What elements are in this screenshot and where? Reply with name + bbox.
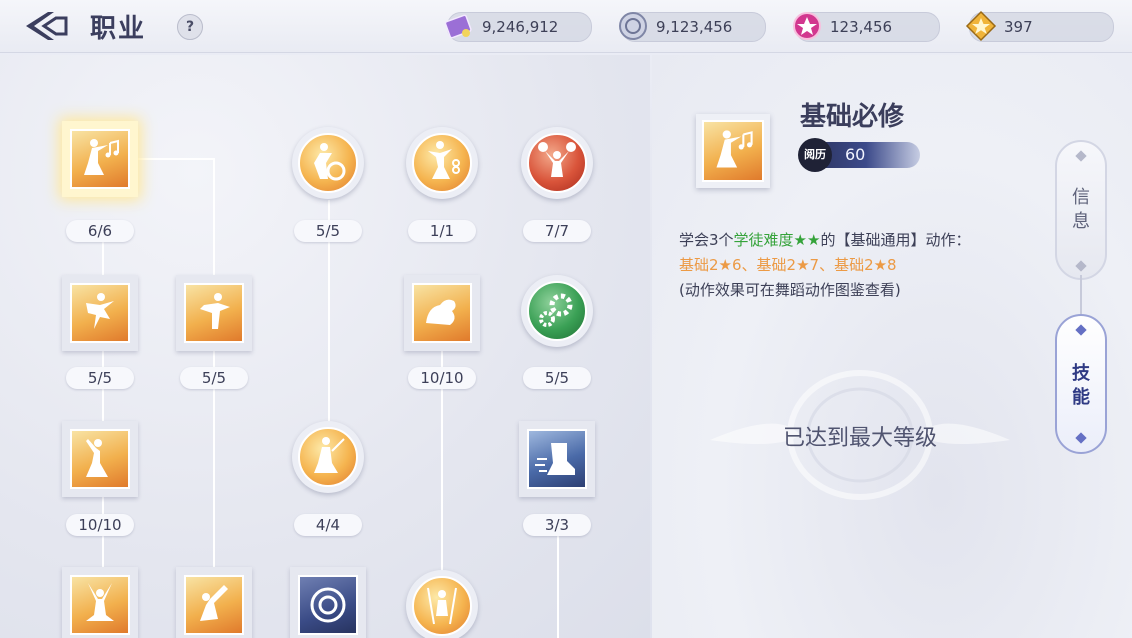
gems-value: 123,456 — [830, 18, 893, 36]
skill-node-gears[interactable] — [521, 275, 593, 347]
skill-level-drum-performer: 5/5 — [294, 220, 362, 242]
skill-level-cheerleader: 7/7 — [523, 220, 591, 242]
skill-level-dance-3: 10/10 — [66, 514, 134, 536]
tree-link — [557, 525, 559, 638]
skill-node-basic-required[interactable] — [62, 121, 138, 197]
diamond-icon — [1075, 324, 1087, 336]
resource-coins[interactable]: 9,123,456 — [619, 12, 766, 42]
speed-boot-icon — [535, 443, 575, 475]
coins-value: 9,123,456 — [656, 18, 733, 36]
dancer-arch-icon — [200, 585, 228, 621]
skill-level-dance-1: 5/5 — [66, 367, 134, 389]
skill-node-conductor[interactable] — [292, 421, 364, 493]
conductor-baton-icon — [314, 437, 345, 473]
skill-node-cheerleader[interactable] — [521, 127, 593, 199]
skill-node-dance-5[interactable] — [176, 567, 252, 638]
tab-skills-label: 技 能 — [1072, 363, 1090, 408]
skill-level-conductor: 4/4 — [294, 514, 362, 536]
skill-level-dance-2: 5/5 — [180, 367, 248, 389]
experience-badge: 阅历 — [798, 138, 832, 172]
tab-skills[interactable]: 技 能 — [1055, 314, 1107, 454]
resource-gems[interactable]: 123,456 — [793, 12, 940, 42]
dancer-note-icon — [428, 141, 460, 179]
dancer-arms-up-icon — [86, 583, 114, 621]
gears-icon — [539, 293, 573, 327]
skill-node-dance-2[interactable] — [176, 275, 252, 351]
skill-node-speed-boot[interactable] — [519, 421, 595, 497]
tree-link — [134, 158, 214, 160]
skill-level-basic-required: 6/6 — [66, 220, 134, 242]
tree-link — [213, 158, 215, 638]
purple-ticket-icon — [444, 14, 472, 39]
skill-level-speed-boot: 3/3 — [523, 514, 591, 536]
diamond-icon — [1075, 432, 1087, 444]
tab-info-label: 信 息 — [1072, 187, 1090, 232]
gold-star-coin-icon — [965, 10, 997, 42]
ballet-dancer-icon — [86, 293, 114, 329]
desc-note: (动作效果可在舞蹈动作图鉴查看) — [679, 281, 901, 299]
skill-node-music-dancer[interactable] — [406, 127, 478, 199]
top-bar: 职业 ? 9,246,912 9,123,456 123,456 397 — [0, 0, 1132, 53]
tab-divider — [1080, 275, 1082, 315]
selected-skill-icon — [696, 114, 770, 188]
difficulty-text: 学徒难度★★ — [733, 231, 821, 249]
back-arrow-icon — [26, 12, 68, 40]
dancer-music-icon — [84, 139, 119, 175]
diamond-icon — [1075, 150, 1087, 162]
drummer-icon — [314, 143, 346, 181]
pink-gem-icon — [793, 12, 821, 40]
cheerleader-icon — [538, 142, 576, 177]
help-button[interactable]: ? — [177, 14, 203, 40]
desc-line-1: 学会3个学徒难度★★的【基础通用】动作： — [679, 231, 971, 249]
tickets-value: 9,246,912 — [482, 18, 559, 36]
back-button[interactable] — [18, 8, 70, 44]
experience-value: 60 — [845, 145, 866, 164]
skill-node-dance-4[interactable] — [62, 567, 138, 638]
silver-coin-icon — [619, 12, 647, 40]
medal-emblem-icon — [310, 587, 346, 623]
pole-dancer-icon — [427, 587, 457, 625]
diamond-icon — [1075, 260, 1087, 272]
skill-node-drum-performer[interactable] — [292, 127, 364, 199]
skill-level-strength: 10/10 — [408, 367, 476, 389]
max-level-text: 已达到最大等级 — [782, 426, 937, 451]
skill-node-dance-1[interactable] — [62, 275, 138, 351]
resource-stars[interactable]: 397 — [965, 10, 1114, 42]
skill-name: 基础必修 — [800, 102, 905, 132]
tab-info[interactable]: 信 息 — [1055, 140, 1107, 280]
flexed-arm-icon — [426, 299, 456, 325]
dancer-pose-icon — [86, 439, 108, 477]
skill-level-music-dancer: 1/1 — [408, 220, 476, 242]
resource-tickets[interactable]: 9,246,912 — [444, 12, 592, 42]
skill-node-pole-dancer[interactable] — [406, 570, 478, 638]
skill-tree-panel: 6/6 5/5 10/10 5/5 5/5 4/4 1/1 10/10 7/7 … — [0, 55, 650, 638]
stars-value: 397 — [1004, 18, 1033, 36]
skill-node-emblem[interactable] — [290, 567, 366, 638]
page-title: 职业 — [90, 14, 147, 44]
dancer-music-icon — [716, 130, 753, 168]
ballet-leap-icon — [200, 293, 230, 329]
skill-node-strength[interactable] — [404, 275, 480, 351]
skill-level-gears: 5/5 — [523, 367, 591, 389]
desc-actions: 基础2★6、基础2★7、基础2★8 — [679, 256, 897, 274]
skill-node-dance-3[interactable] — [62, 421, 138, 497]
skill-description: 学会3个学徒难度★★的【基础通用】动作： 基础2★6、基础2★7、基础2★8 (… — [679, 228, 1039, 303]
